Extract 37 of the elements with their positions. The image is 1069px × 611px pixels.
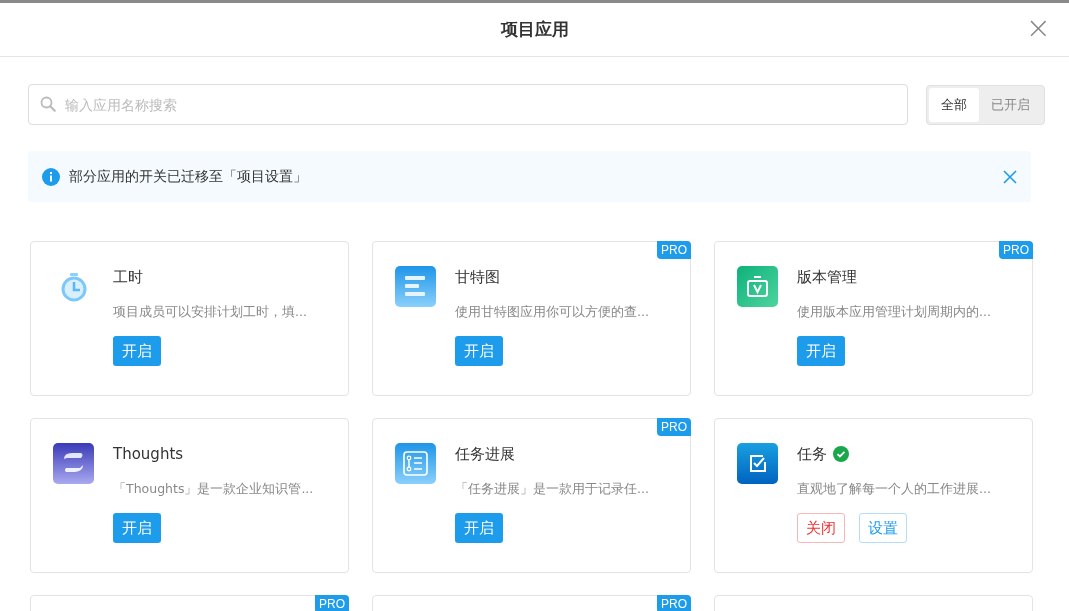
- search-field[interactable]: 输入应用名称搜索: [28, 84, 908, 125]
- app-description: 使用版本应用管理计划周期内的...: [797, 304, 991, 321]
- pro-badge: PRO: [657, 241, 691, 259]
- app-title: Thoughts: [113, 445, 184, 463]
- app-title: 版本管理: [797, 267, 857, 287]
- close-icon[interactable]: [1003, 169, 1017, 184]
- enable-button[interactable]: 开启: [455, 513, 503, 543]
- info-icon: [42, 167, 60, 186]
- app-title: 工时: [113, 267, 143, 287]
- filter-tab[interactable]: 全部: [929, 87, 979, 122]
- filter-tab[interactable]: 已开启: [979, 87, 1042, 122]
- app-title: 任务: [797, 444, 827, 464]
- app-title: 任务进展: [455, 444, 515, 464]
- app-title: 甘特图: [455, 267, 500, 287]
- pro-badge: PRO: [657, 595, 691, 611]
- app-description: 使用甘特图应用你可以方便的查...: [455, 304, 649, 321]
- checkbox-app-icon: [737, 443, 778, 484]
- version-app-icon: [737, 266, 778, 307]
- enable-button[interactable]: 开启: [455, 336, 503, 366]
- app-description: 「任务进展」是一款用于记录任...: [455, 481, 649, 498]
- enable-button[interactable]: 开启: [797, 336, 845, 366]
- app-description: 直观地了解每一个人的工作进展...: [797, 481, 991, 498]
- checklist-app-icon: [395, 443, 436, 484]
- app-description: 项目成员可以安排计划工时，填...: [113, 304, 307, 321]
- disable-button[interactable]: 关闭: [797, 513, 845, 543]
- close-button[interactable]: ×: [1021, 13, 1055, 43]
- notice-text: 部分应用的开关已迁移至「项目设置」: [69, 167, 308, 186]
- pro-badge: PRO: [657, 418, 691, 436]
- enable-button[interactable]: 开启: [113, 513, 161, 543]
- pro-badge: PRO: [315, 595, 349, 611]
- settings-button[interactable]: 设置: [859, 513, 907, 543]
- app-description: 「Thoughts」是一款企业知识管...: [113, 481, 314, 498]
- gantt-app-icon: [395, 266, 436, 307]
- dialog-title: 项目应用: [500, 18, 569, 41]
- thoughts-app-icon: [53, 443, 94, 484]
- pro-badge: PRO: [999, 241, 1033, 259]
- enable-button[interactable]: 开启: [113, 336, 161, 366]
